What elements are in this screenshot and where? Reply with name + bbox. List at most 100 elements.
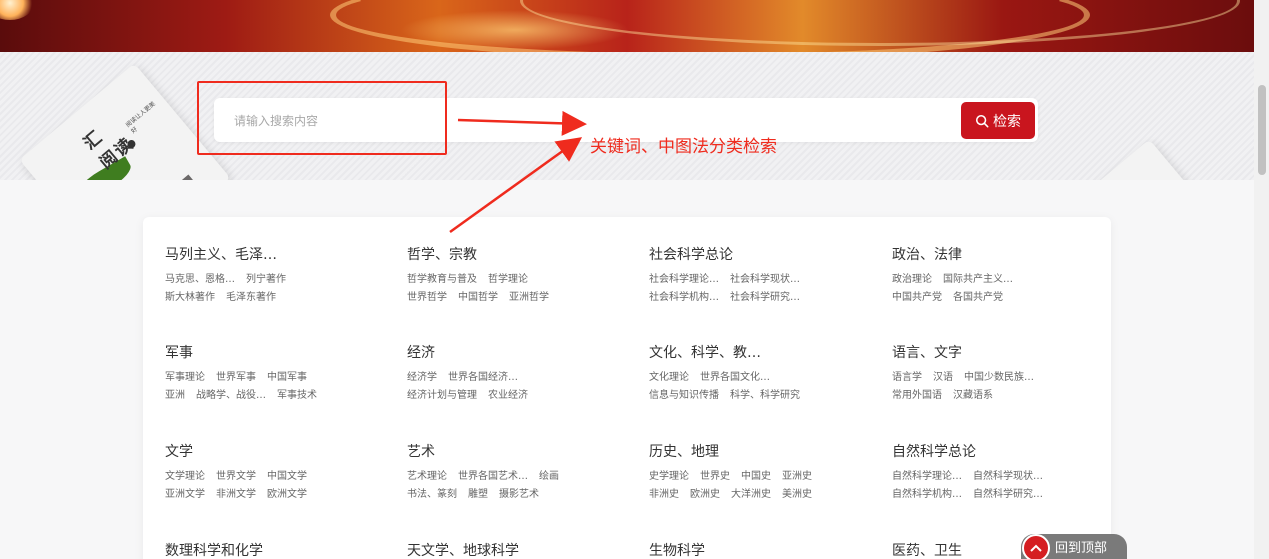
subcategory-link[interactable]: 非洲文学 xyxy=(216,489,256,500)
subcategory-link[interactable]: 雕塑 xyxy=(468,489,488,500)
book-shadow xyxy=(127,174,215,180)
subcategory-link[interactable]: 中国史 xyxy=(741,471,771,482)
category-item[interactable]: 文化、科学、教… 文化理论 世界各国文化… 信息与知识传播 科学、科学研究 xyxy=(649,342,869,401)
category-title[interactable]: 自然科学总论 xyxy=(892,441,1112,461)
subcategory-link[interactable]: 非洲史 xyxy=(649,489,679,500)
category-item[interactable]: 天文学、地球科学 xyxy=(407,540,627,559)
category-title[interactable]: 生物科学 xyxy=(649,540,869,559)
subcategory-link[interactable]: 绘画 xyxy=(539,471,559,482)
subcategory-link[interactable]: 农业经济 xyxy=(488,390,528,401)
category-item[interactable]: 社会科学总论社会科学理论… 社会科学现状… 社会科学机构… 社会科学研究… xyxy=(649,244,869,303)
subcategory-link[interactable]: 科学、科学研究 xyxy=(730,390,800,401)
subcategory-row: 马克思、恩格… 列宁著作 xyxy=(165,270,385,285)
subcategory-link[interactable]: 哲学教育与普及 xyxy=(407,274,477,285)
subcategory-link[interactable]: 国际共产主义… xyxy=(943,274,1013,285)
category-item[interactable]: 生物科学 xyxy=(649,540,869,559)
subcategory-link[interactable]: 常用外国语 xyxy=(892,390,942,401)
subcategory-link[interactable]: 战略学、战役… xyxy=(196,390,266,401)
back-to-top-button[interactable]: 回到顶部 xyxy=(1021,534,1127,559)
subcategory-link[interactable]: 亚洲史 xyxy=(782,471,812,482)
category-item[interactable]: 军事军事理论 世界军事 中国军事亚洲 战略学、战役… 军事技术 xyxy=(165,342,385,401)
category-title[interactable]: 经济 xyxy=(407,342,627,362)
category-title[interactable]: 历史、地理 xyxy=(649,441,869,461)
subcategory-link[interactable]: 社会科学现状… xyxy=(730,274,800,285)
category-title[interactable]: 军事 xyxy=(165,342,385,362)
subcategory-link[interactable]: 自然科学现状… xyxy=(973,471,1043,482)
category-item[interactable]: 经济经济学 世界各国经济… 经济计划与管理 农业经济 xyxy=(407,342,627,401)
category-title[interactable]: 艺术 xyxy=(407,441,627,461)
category-item[interactable]: 哲学、宗教哲学教育与普及 哲学理论世界哲学 中国哲学 亚洲哲学 xyxy=(407,244,627,303)
subcategory-link[interactable]: 亚洲文学 xyxy=(165,489,205,500)
subcategory-link[interactable]: 亚洲 xyxy=(165,390,185,401)
subcategory-link[interactable]: 亚洲哲学 xyxy=(509,292,549,303)
category-item[interactable]: 艺术艺术理论 世界各国艺术… 绘画书法、篆刻 雕塑 摄影艺术 xyxy=(407,441,627,500)
subcategory-link[interactable]: 各国共产党 xyxy=(953,292,1003,303)
subcategory-link[interactable]: 经济计划与管理 xyxy=(407,390,477,401)
category-item[interactable]: 政治、法律 政治理论 国际共产主义… 中国共产党 各国共产党 xyxy=(892,244,1112,303)
subcategory-link[interactable]: 中国军事 xyxy=(267,372,307,383)
subcategory-link[interactable]: 摄影艺术 xyxy=(499,489,539,500)
subcategory-link[interactable]: 世界各国文化… xyxy=(700,372,770,383)
subcategory-link[interactable]: 政治理论 xyxy=(892,274,932,285)
subcategory-link[interactable]: 世界史 xyxy=(700,471,730,482)
page-scrollbar[interactable] xyxy=(1254,0,1269,559)
subcategory-link[interactable]: 中国少数民族… xyxy=(964,372,1034,383)
subcategory-link[interactable]: 大洋洲史 xyxy=(731,489,771,500)
subcategory-link[interactable]: 艺术理论 xyxy=(407,471,447,482)
category-item[interactable]: 历史、地理史学理论 世界史 中国史 亚洲史非洲史 欧洲史 大洋洲史 美洲史 xyxy=(649,441,869,500)
subcategory-link[interactable]: 中国哲学 xyxy=(458,292,498,303)
category-title[interactable]: 文学 xyxy=(165,441,385,461)
scrollbar-thumb[interactable] xyxy=(1258,85,1266,175)
subcategory-link[interactable]: 社会科学研究… xyxy=(730,292,800,303)
subcategory-link[interactable]: 书法、篆刻 xyxy=(407,489,457,500)
category-item[interactable]: 语言、文字语言学 汉语 中国少数民族… 常用外国语 汉藏语系 xyxy=(892,342,1112,401)
category-title[interactable]: 天文学、地球科学 xyxy=(407,540,627,559)
annotation-text: 关键词、中图法分类检索 xyxy=(590,137,777,157)
subcategory-link[interactable]: 汉语 xyxy=(933,372,953,383)
category-title[interactable]: 哲学、宗教 xyxy=(407,244,627,264)
subcategory-link[interactable]: 世界文学 xyxy=(216,471,256,482)
subcategory-link[interactable]: 中国共产党 xyxy=(892,292,942,303)
category-item[interactable]: 文学文学理论 世界文学 中国文学亚洲文学 非洲文学 欧洲文学 xyxy=(165,441,385,500)
category-title[interactable]: 语言、文字 xyxy=(892,342,1112,362)
subcategory-link[interactable]: 军事技术 xyxy=(277,390,317,401)
subcategory-link[interactable]: 史学理论 xyxy=(649,471,689,482)
category-title[interactable]: 文化、科学、教… xyxy=(649,342,869,362)
subcategory-link[interactable]: 文学理论 xyxy=(165,471,205,482)
category-title[interactable]: 数理科学和化学 xyxy=(165,540,385,559)
subcategory-link[interactable]: 世界哲学 xyxy=(407,292,447,303)
subcategory-link[interactable]: 欧洲文学 xyxy=(267,489,307,500)
subcategory-row: 中国共产党 各国共产党 xyxy=(892,288,1112,303)
subcategory-link[interactable]: 哲学理论 xyxy=(488,274,528,285)
subcategory-row: 亚洲 战略学、战役… 军事技术 xyxy=(165,386,385,401)
category-item[interactable]: 马列主义、毛泽… 马克思、恩格… 列宁著作斯大林著作 毛泽东著作 xyxy=(165,244,385,303)
subcategory-link[interactable]: 马克思、恩格… xyxy=(165,274,235,285)
subcategory-link[interactable]: 毛泽东著作 xyxy=(226,292,276,303)
subcategory-link[interactable]: 社会科学机构… xyxy=(649,292,719,303)
subcategory-link[interactable]: 信息与知识传播 xyxy=(649,390,719,401)
annotation-highlight-box xyxy=(197,81,447,155)
subcategory-link[interactable]: 社会科学理论… xyxy=(649,274,719,285)
subcategory-link[interactable]: 欧洲史 xyxy=(690,489,720,500)
subcategory-link[interactable]: 世界各国艺术… xyxy=(458,471,528,482)
subcategory-link[interactable]: 文化理论 xyxy=(649,372,689,383)
category-item[interactable]: 自然科学总论自然科学理论… 自然科学现状… 自然科学机构… 自然科学研究… xyxy=(892,441,1112,500)
subcategory-link[interactable]: 列宁著作 xyxy=(246,274,286,285)
category-title[interactable]: 马列主义、毛泽… xyxy=(165,244,385,264)
subcategory-link[interactable]: 美洲史 xyxy=(782,489,812,500)
subcategory-link[interactable]: 经济学 xyxy=(407,372,437,383)
subcategory-link[interactable]: 自然科学机构… xyxy=(892,489,962,500)
subcategory-link[interactable]: 语言学 xyxy=(892,372,922,383)
subcategory-link[interactable]: 世界各国经济… xyxy=(448,372,518,383)
category-title[interactable]: 政治、法律 xyxy=(892,244,1112,264)
subcategory-link[interactable]: 汉藏语系 xyxy=(953,390,993,401)
subcategory-link[interactable]: 世界军事 xyxy=(216,372,256,383)
subcategory-link[interactable]: 斯大林著作 xyxy=(165,292,215,303)
category-item[interactable]: 数理科学和化学 xyxy=(165,540,385,559)
subcategory-link[interactable]: 军事理论 xyxy=(165,372,205,383)
subcategory-link[interactable]: 中国文学 xyxy=(267,471,307,482)
category-title[interactable]: 社会科学总论 xyxy=(649,244,869,264)
subcategory-link[interactable]: 自然科学研究… xyxy=(973,489,1043,500)
subcategory-link[interactable]: 自然科学理论… xyxy=(892,471,962,482)
search-button[interactable]: 检索 xyxy=(961,102,1035,139)
